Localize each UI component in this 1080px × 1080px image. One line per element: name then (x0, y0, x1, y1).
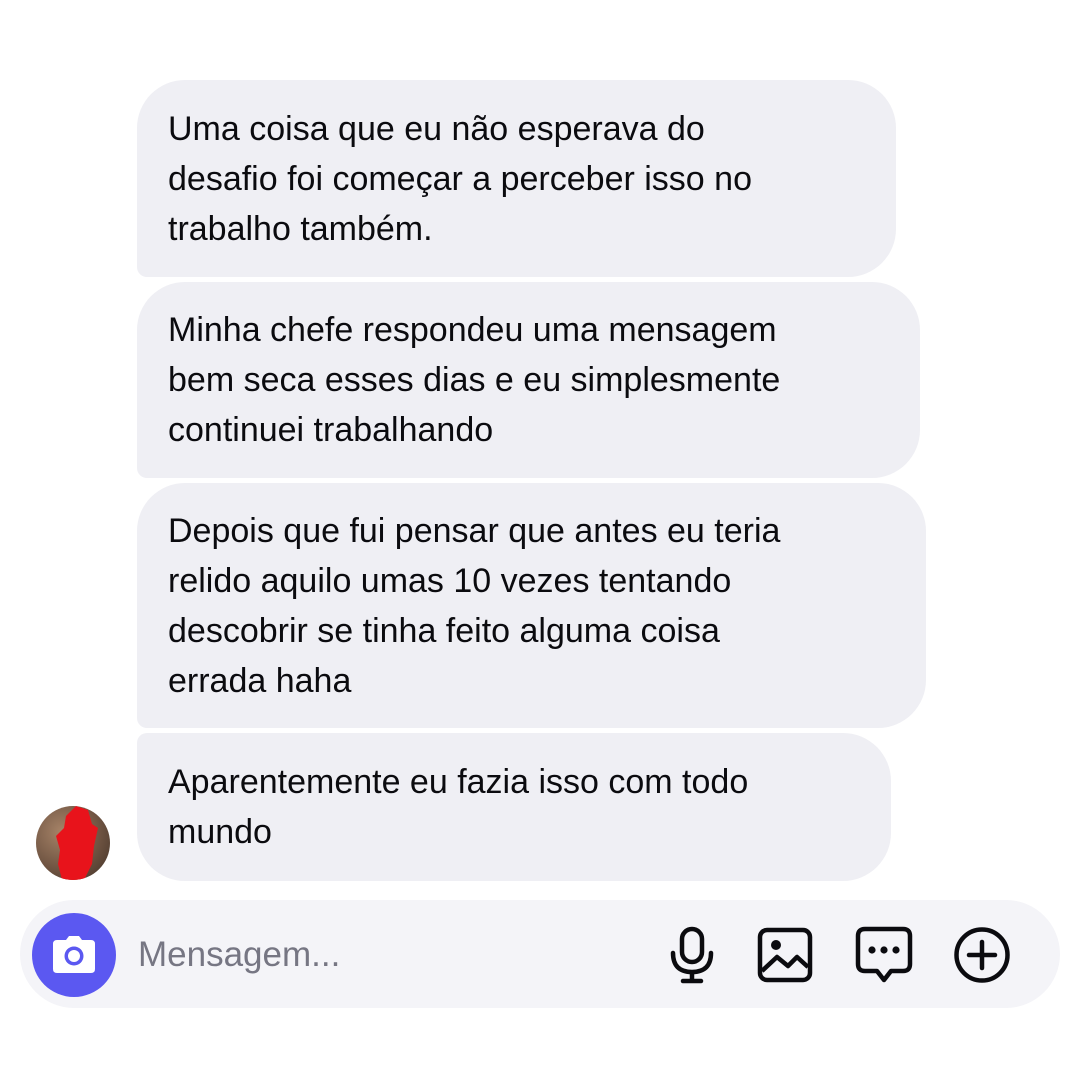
sticker-icon (855, 926, 913, 983)
message-text: Depois que fui pensar que antes eu teria… (168, 511, 781, 700)
camera-button[interactable] (32, 913, 116, 997)
microphone-icon (670, 926, 714, 984)
plus-icon (954, 927, 1010, 983)
avatar[interactable] (36, 806, 110, 880)
gallery-icon (757, 927, 813, 983)
message-text: Aparentemente eu fazia isso com todo mun… (168, 763, 749, 851)
message-bubble[interactable]: Minha chefe respondeu uma mensagem bem s… (137, 282, 920, 478)
gallery-button[interactable] (755, 925, 815, 985)
message-text: Minha chefe respondeu uma mensagem bem s… (168, 311, 781, 449)
redaction-mark (56, 806, 98, 880)
message-composer (20, 900, 1060, 1008)
chat-screen: Uma coisa que eu não esperava do desafio… (0, 0, 1080, 1080)
add-button[interactable] (952, 925, 1012, 985)
message-bubble[interactable]: Aparentemente eu fazia isso com todo mun… (137, 733, 891, 881)
sticker-button[interactable] (854, 925, 914, 985)
message-bubble[interactable]: Uma coisa que eu não esperava do desafio… (137, 80, 896, 277)
message-bubble[interactable]: Depois que fui pensar que antes eu teria… (137, 483, 926, 728)
microphone-button[interactable] (662, 925, 722, 985)
camera-icon (53, 936, 95, 973)
message-text: Uma coisa que eu não esperava do desafio… (168, 109, 752, 248)
message-input[interactable] (138, 930, 638, 980)
